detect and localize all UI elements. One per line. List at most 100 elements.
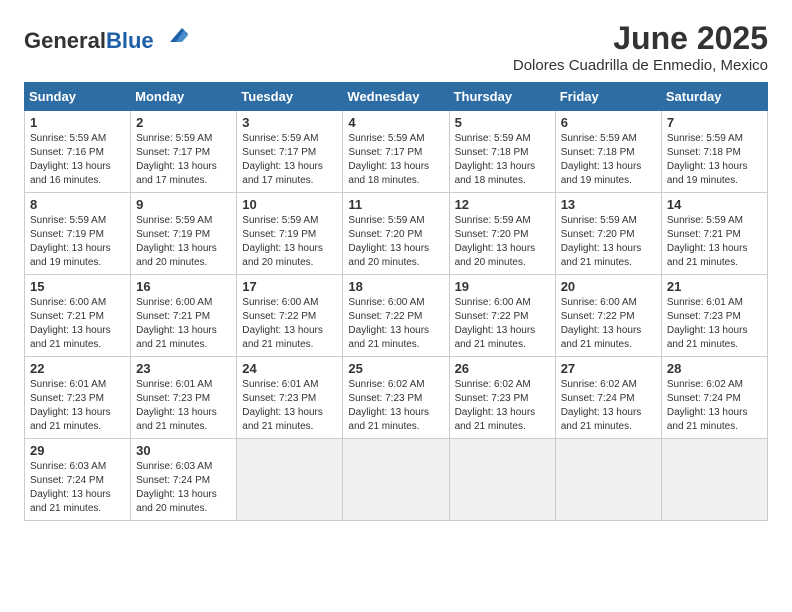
day-info: Sunrise: 5:59 AMSunset: 7:19 PMDaylight:… [30, 214, 125, 270]
day-info: Sunrise: 5:59 AMSunset: 7:18 PMDaylight:… [667, 132, 762, 188]
day-info: Sunrise: 5:59 AMSunset: 7:20 PMDaylight:… [455, 214, 550, 270]
day-info: Sunrise: 6:02 AMSunset: 7:24 PMDaylight:… [561, 378, 656, 434]
logo: GeneralBlue [24, 20, 190, 53]
day-info: Sunrise: 6:00 AMSunset: 7:21 PMDaylight:… [136, 296, 231, 352]
day-number: 30 [136, 443, 231, 458]
day-number: 14 [667, 197, 762, 212]
day-info: Sunrise: 5:59 AMSunset: 7:17 PMDaylight:… [136, 132, 231, 188]
day-number: 28 [667, 361, 762, 376]
col-friday: Friday [555, 83, 661, 111]
calendar-cell: 9Sunrise: 5:59 AMSunset: 7:19 PMDaylight… [131, 193, 237, 275]
day-info: Sunrise: 5:59 AMSunset: 7:16 PMDaylight:… [30, 132, 125, 188]
calendar-cell: 21 Sunrise: 6:01 AMSunset: 7:23 PMDayligh… [661, 275, 767, 357]
day-info: Sunrise: 6:00 AMSunset: 7:22 PMDaylight:… [348, 296, 443, 352]
col-monday: Monday [131, 83, 237, 111]
calendar-cell: 29 Sunrise: 6:03 AMSunset: 7:24 PMDayligh… [25, 439, 131, 521]
day-number: 26 [455, 361, 550, 376]
calendar-cell: 3 Sunrise: 5:59 AMSunset: 7:17 PMDaylight… [237, 111, 343, 193]
col-wednesday: Wednesday [343, 83, 449, 111]
day-info: Sunrise: 6:00 AMSunset: 7:21 PMDaylight:… [30, 296, 125, 352]
calendar-cell: 8 Sunrise: 5:59 AMSunset: 7:19 PMDaylight… [25, 193, 131, 275]
day-number: 23 [136, 361, 231, 376]
day-info: Sunrise: 5:59 AMSunset: 7:18 PMDaylight:… [455, 132, 550, 188]
calendar-cell: 1 Sunrise: 5:59 AMSunset: 7:16 PMDaylight… [25, 111, 131, 193]
day-info: Sunrise: 6:01 AMSunset: 7:23 PMDaylight:… [30, 378, 125, 434]
day-number: 15 [30, 279, 125, 294]
calendar-cell: 11Sunrise: 5:59 AMSunset: 7:20 PMDayligh… [343, 193, 449, 275]
col-sunday: Sunday [25, 83, 131, 111]
calendar-cell: 2Sunrise: 5:59 AMSunset: 7:17 PMDaylight… [131, 111, 237, 193]
col-saturday: Saturday [661, 83, 767, 111]
calendar-cell: 18Sunrise: 6:00 AMSunset: 7:22 PMDayligh… [343, 275, 449, 357]
day-info: Sunrise: 6:01 AMSunset: 7:23 PMDaylight:… [136, 378, 231, 434]
logo-blue-text: Blue [106, 28, 154, 53]
day-info: Sunrise: 6:02 AMSunset: 7:24 PMDaylight:… [667, 378, 762, 434]
day-info: Sunrise: 5:59 AMSunset: 7:20 PMDaylight:… [348, 214, 443, 270]
calendar-cell: 16Sunrise: 6:00 AMSunset: 7:21 PMDayligh… [131, 275, 237, 357]
day-info: Sunrise: 6:00 AMSunset: 7:22 PMDaylight:… [242, 296, 337, 352]
day-number: 27 [561, 361, 656, 376]
calendar-week-row: 8 Sunrise: 5:59 AMSunset: 7:19 PMDaylight… [25, 193, 768, 275]
day-number: 4 [348, 115, 443, 130]
day-info: Sunrise: 6:02 AMSunset: 7:23 PMDaylight:… [455, 378, 550, 434]
calendar-cell: 23 Sunrise: 6:01 AMSunset: 7:23 PMDayligh… [131, 357, 237, 439]
day-number: 22 [30, 361, 125, 376]
calendar-cell: 22 Sunrise: 6:01 AMSunset: 7:23 PMDayligh… [25, 357, 131, 439]
day-info: Sunrise: 6:02 AMSunset: 7:23 PMDaylight:… [348, 378, 443, 434]
title-block: June 2025 Dolores Cuadrilla de Enmedio, … [513, 20, 768, 74]
calendar-cell: 7 Sunrise: 5:59 AMSunset: 7:18 PMDaylight… [661, 111, 767, 193]
calendar-cell: 26 Sunrise: 6:02 AMSunset: 7:23 PMDayligh… [449, 357, 555, 439]
col-thursday: Thursday [449, 83, 555, 111]
calendar-cell: 10 Sunrise: 5:59 AMSunset: 7:19 PMDayligh… [237, 193, 343, 275]
calendar-cell-empty [555, 439, 661, 521]
calendar-cell: 27 Sunrise: 6:02 AMSunset: 7:24 PMDayligh… [555, 357, 661, 439]
day-number: 19 [455, 279, 550, 294]
day-number: 1 [30, 115, 125, 130]
calendar-week-row: 1 Sunrise: 5:59 AMSunset: 7:16 PMDaylight… [25, 111, 768, 193]
day-info: Sunrise: 5:59 AMSunset: 7:19 PMDaylight:… [242, 214, 337, 270]
calendar-cell: 17 Sunrise: 6:00 AMSunset: 7:22 PMDayligh… [237, 275, 343, 357]
day-number: 10 [242, 197, 337, 212]
day-info: Sunrise: 5:59 AMSunset: 7:17 PMDaylight:… [242, 132, 337, 188]
day-number: 24 [242, 361, 337, 376]
day-number: 12 [455, 197, 550, 212]
day-number: 7 [667, 115, 762, 130]
calendar-week-row: 22 Sunrise: 6:01 AMSunset: 7:23 PMDayligh… [25, 357, 768, 439]
calendar-cell: 24 Sunrise: 6:01 AMSunset: 7:23 PMDayligh… [237, 357, 343, 439]
day-info: Sunrise: 5:59 AMSunset: 7:18 PMDaylight:… [561, 132, 656, 188]
calendar-cell-empty [343, 439, 449, 521]
day-number: 6 [561, 115, 656, 130]
calendar-cell-empty [449, 439, 555, 521]
day-number: 21 [667, 279, 762, 294]
calendar-cell: 20Sunrise: 6:00 AMSunset: 7:22 PMDayligh… [555, 275, 661, 357]
calendar-header-row: Sunday Monday Tuesday Wednesday Thursday… [25, 83, 768, 111]
day-info: Sunrise: 6:00 AMSunset: 7:22 PMDaylight:… [455, 296, 550, 352]
day-number: 20 [561, 279, 656, 294]
day-number: 3 [242, 115, 337, 130]
day-number: 8 [30, 197, 125, 212]
calendar-cell: 15 Sunrise: 6:00 AMSunset: 7:21 PMDayligh… [25, 275, 131, 357]
calendar-subtitle: Dolores Cuadrilla de Enmedio, Mexico [513, 57, 768, 74]
day-info: Sunrise: 6:03 AMSunset: 7:24 PMDaylight:… [30, 460, 125, 516]
day-info: Sunrise: 6:01 AMSunset: 7:23 PMDaylight:… [242, 378, 337, 434]
logo-icon [162, 20, 190, 48]
day-info: Sunrise: 6:03 AMSunset: 7:24 PMDaylight:… [136, 460, 231, 516]
day-info: Sunrise: 5:59 AMSunset: 7:19 PMDaylight:… [136, 214, 231, 270]
calendar-cell: 5 Sunrise: 5:59 AMSunset: 7:18 PMDaylight… [449, 111, 555, 193]
day-number: 17 [242, 279, 337, 294]
calendar-cell-empty [237, 439, 343, 521]
calendar-cell: 13Sunrise: 5:59 AMSunset: 7:20 PMDayligh… [555, 193, 661, 275]
calendar-week-row: 15 Sunrise: 6:00 AMSunset: 7:21 PMDayligh… [25, 275, 768, 357]
day-number: 25 [348, 361, 443, 376]
page-header: GeneralBlue June 2025 Dolores Cuadrilla … [24, 20, 768, 74]
calendar-week-row: 29 Sunrise: 6:03 AMSunset: 7:24 PMDayligh… [25, 439, 768, 521]
calendar-table: Sunday Monday Tuesday Wednesday Thursday… [24, 82, 768, 521]
calendar-cell: 12 Sunrise: 5:59 AMSunset: 7:20 PMDayligh… [449, 193, 555, 275]
day-number: 29 [30, 443, 125, 458]
calendar-cell: 25 Sunrise: 6:02 AMSunset: 7:23 PMDayligh… [343, 357, 449, 439]
day-number: 5 [455, 115, 550, 130]
calendar-cell: 19 Sunrise: 6:00 AMSunset: 7:22 PMDayligh… [449, 275, 555, 357]
day-info: Sunrise: 6:01 AMSunset: 7:23 PMDaylight:… [667, 296, 762, 352]
calendar-cell: 14Sunrise: 5:59 AMSunset: 7:21 PMDayligh… [661, 193, 767, 275]
calendar-cell: 30 Sunrise: 6:03 AMSunset: 7:24 PMDayligh… [131, 439, 237, 521]
